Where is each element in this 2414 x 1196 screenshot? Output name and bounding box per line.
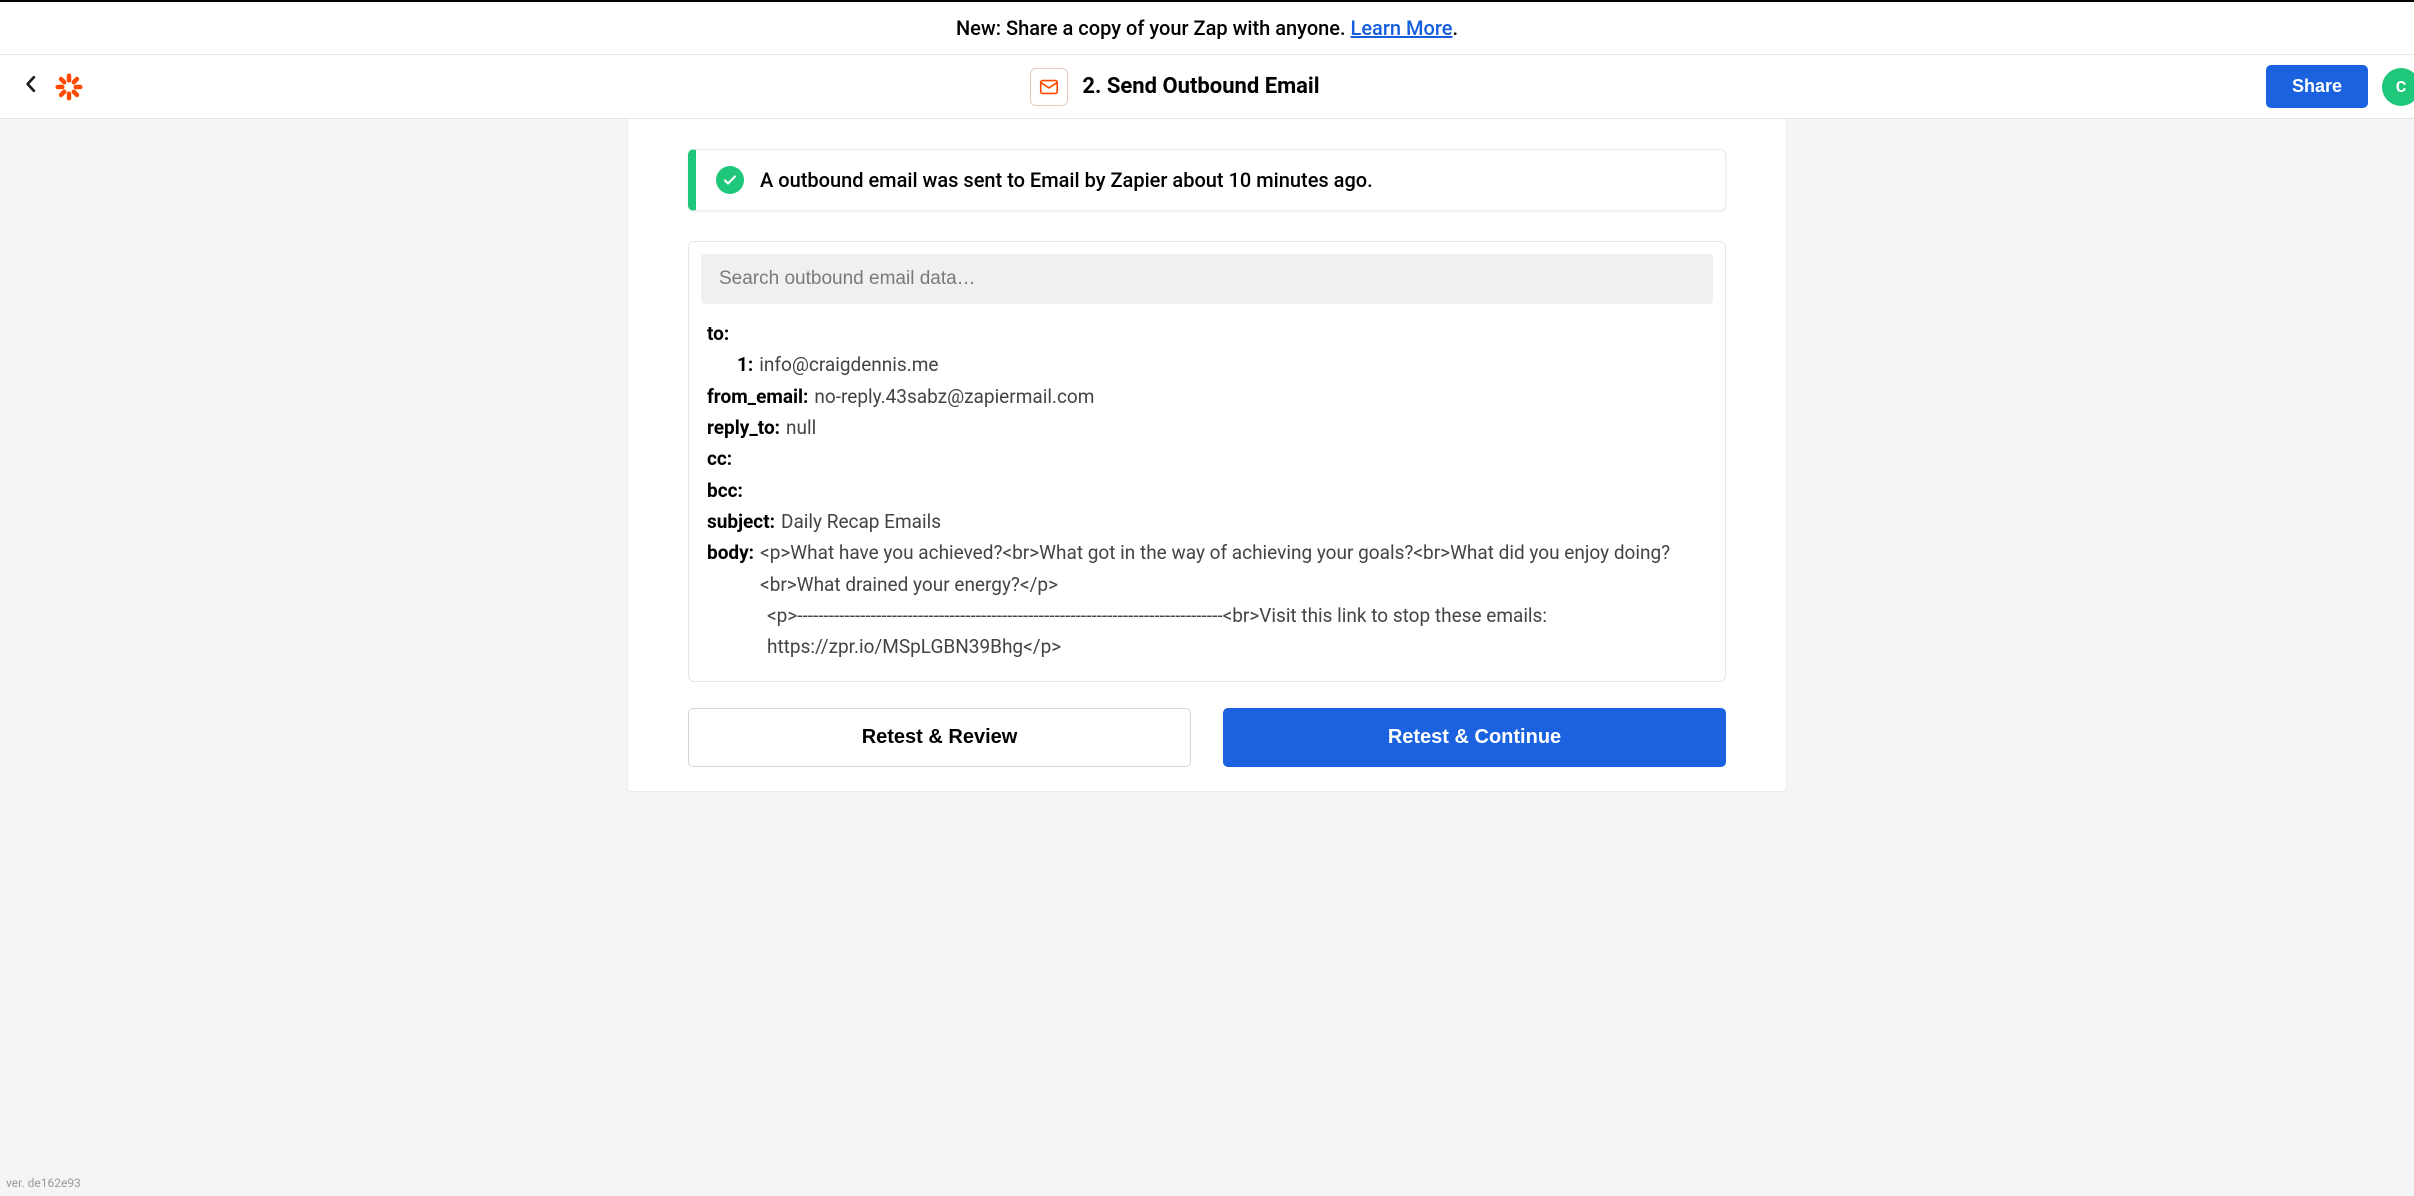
avatar[interactable]: C bbox=[2382, 68, 2414, 106]
zapier-logo-icon[interactable] bbox=[54, 72, 84, 102]
announcement-banner: New: Share a copy of your Zap with anyon… bbox=[0, 0, 2414, 55]
data-key: subject: bbox=[707, 506, 775, 537]
test-data-panel: to: 1: info@craigdennis.me from_email: n… bbox=[688, 241, 1726, 682]
share-button[interactable]: Share bbox=[2266, 65, 2368, 108]
data-key: from_email: bbox=[707, 381, 808, 412]
data-value: no-reply.43sabz@zapiermail.com bbox=[814, 381, 1094, 412]
data-value: info@craigdennis.me bbox=[759, 349, 938, 380]
data-value: <p>-------------------------------------… bbox=[707, 600, 1707, 663]
announcement-link[interactable]: Learn More bbox=[1351, 16, 1453, 40]
search-input[interactable] bbox=[701, 254, 1713, 304]
data-key: cc: bbox=[707, 443, 732, 474]
data-row-from-email: from_email: no-reply.43sabz@zapiermail.c… bbox=[707, 381, 1707, 412]
data-row-to: to: bbox=[707, 318, 1707, 349]
success-message: A outbound email was sent to Email by Za… bbox=[760, 168, 1373, 192]
retest-review-button[interactable]: Retest & Review bbox=[688, 708, 1191, 767]
data-key: 1: bbox=[737, 349, 753, 380]
check-circle-icon bbox=[716, 166, 744, 194]
version-label: ver. de162e93 bbox=[6, 1176, 81, 1190]
data-row-body: body: <p>What have you achieved?<br>What… bbox=[707, 537, 1707, 662]
email-app-icon bbox=[1030, 68, 1068, 106]
data-value: <p>What have you achieved?<br>What got i… bbox=[760, 537, 1707, 600]
data-key: bcc: bbox=[707, 475, 743, 506]
data-value: Daily Recap Emails bbox=[781, 506, 941, 537]
announcement-text: New: Share a copy of your Zap with anyon… bbox=[956, 16, 1351, 40]
data-row-cc: cc: bbox=[707, 443, 1707, 474]
app-header: 2. Send Outbound Email Share C bbox=[0, 55, 2414, 119]
announcement-suffix: . bbox=[1452, 16, 1458, 40]
back-chevron-icon[interactable] bbox=[22, 74, 40, 99]
action-buttons: Retest & Review Retest & Continue bbox=[688, 708, 1726, 767]
data-key: body: bbox=[707, 537, 754, 600]
data-row-bcc: bcc: bbox=[707, 475, 1707, 506]
data-value: null bbox=[786, 412, 816, 443]
data-row-to-1: 1: info@craigdennis.me bbox=[707, 349, 1707, 380]
data-list: to: 1: info@craigdennis.me from_email: n… bbox=[701, 304, 1713, 669]
data-key: to: bbox=[707, 318, 729, 349]
data-key: reply_to: bbox=[707, 412, 780, 443]
data-row-subject: subject: Daily Recap Emails bbox=[707, 506, 1707, 537]
step-title: 2. Send Outbound Email bbox=[1082, 74, 1319, 99]
step-panel: A outbound email was sent to Email by Za… bbox=[627, 119, 1787, 792]
data-row-reply-to: reply_to: null bbox=[707, 412, 1707, 443]
retest-continue-button[interactable]: Retest & Continue bbox=[1223, 708, 1726, 767]
success-banner: A outbound email was sent to Email by Za… bbox=[688, 149, 1726, 211]
